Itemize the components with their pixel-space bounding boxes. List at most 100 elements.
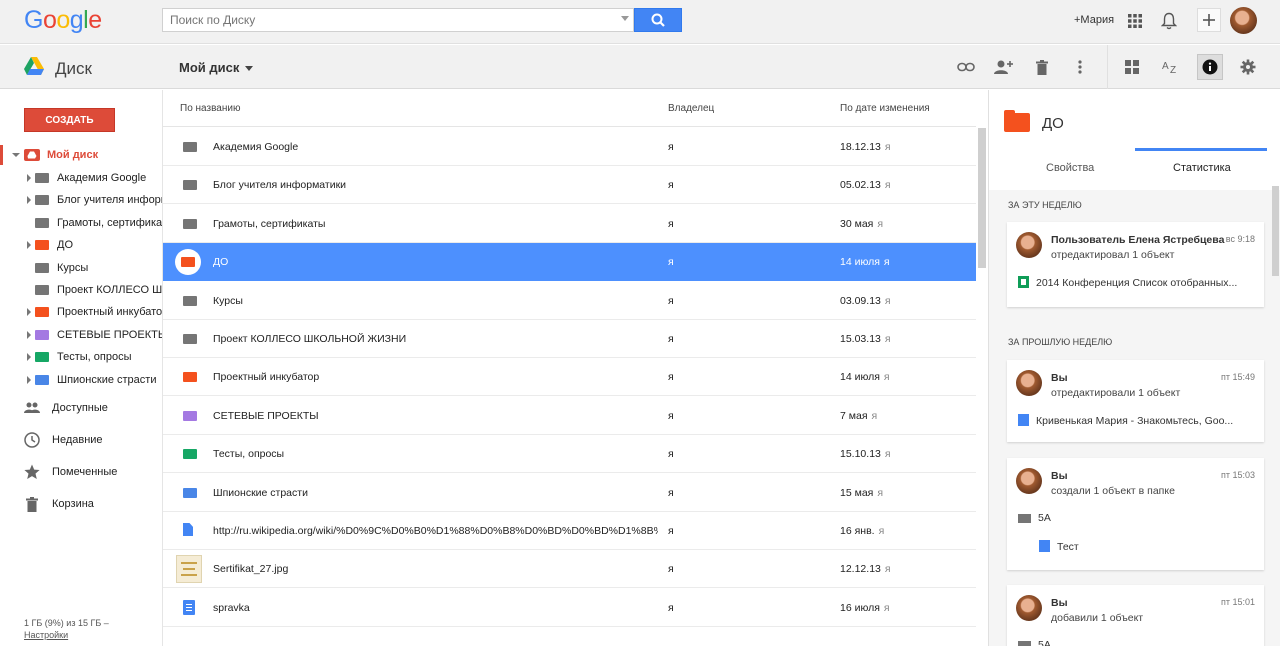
google-logo[interactable]: Google <box>24 6 102 35</box>
activity-item[interactable]: 5А <box>1018 639 1051 646</box>
file-list-scrollbar[interactable] <box>978 128 986 268</box>
tree-item-label: Шпионские страсти <box>57 373 157 386</box>
nav-item-clock[interactable]: Недавние <box>0 428 162 452</box>
expand-arrow-icon[interactable] <box>27 241 31 250</box>
activity-item[interactable]: Кривенькая Мария - Знакомьтесь, Goo... <box>1018 414 1233 427</box>
file-row[interactable]: Грамоты, сертификаты я 30 мая я <box>163 205 976 243</box>
expand-arrow-icon[interactable] <box>27 375 31 384</box>
expand-arrow-icon[interactable] <box>27 353 31 362</box>
activity-time: пт 15:03 <box>1220 470 1255 480</box>
activity-item-label: Тест <box>1057 541 1079 553</box>
sort-by-date-header[interactable]: По дате изменения <box>840 103 930 114</box>
activity-item[interactable]: Тест <box>1039 540 1079 553</box>
activity-item[interactable]: 5А <box>1018 512 1051 524</box>
folder-icon <box>1018 641 1031 646</box>
tree-item[interactable]: Блог учителя информатики <box>0 190 162 210</box>
folder-icon <box>35 195 49 206</box>
nav-my-drive[interactable]: Мой диск <box>0 145 162 165</box>
tree-item-label: Академия Google <box>57 172 147 184</box>
file-modified: 16 янв. я <box>840 525 884 537</box>
account-avatar[interactable] <box>1230 7 1257 34</box>
file-row[interactable]: Проектный инкубатор я 14 июля я <box>163 358 976 397</box>
expand-arrow-icon[interactable] <box>27 196 31 205</box>
details-scrollbar[interactable] <box>1272 186 1279 276</box>
file-row[interactable]: Проект КОЛЛЕСО ШКОЛЬНОЙ ЖИЗНИ я 15.03.13 я <box>163 320 976 358</box>
modified-date: 16 июля <box>840 601 880 614</box>
details-info-button[interactable] <box>1197 54 1223 80</box>
activity-time: пт 15:01 <box>1220 597 1255 607</box>
nav-item-star[interactable]: Помеченные <box>0 460 162 484</box>
file-row[interactable]: Блог учителя информатики я 05.02.13 я <box>163 166 976 205</box>
nav-item-trash[interactable]: Корзина <box>0 492 162 516</box>
file-owner: я <box>668 179 674 192</box>
file-row[interactable]: Тесты, опросы я 15.10.13 я <box>163 435 976 474</box>
svg-text:A: A <box>1162 61 1169 72</box>
modified-date: 16 янв. <box>840 525 875 537</box>
app-name[interactable]: Диск <box>55 59 92 79</box>
trash-icon[interactable] <box>1031 56 1053 78</box>
tree-item[interactable]: Академия Google <box>0 168 162 188</box>
sort-az-icon[interactable]: AZ <box>1160 56 1182 78</box>
file-row[interactable]: spravka я 16 июля я <box>163 589 976 627</box>
modified-date: 7 мая <box>840 409 868 422</box>
owner-header[interactable]: Владелец <box>668 103 714 114</box>
more-vert-icon[interactable] <box>1069 56 1091 78</box>
expand-arrow-icon[interactable] <box>12 153 20 157</box>
file-row[interactable]: Sertifikat_27.jpg я 12.12.13 я <box>163 550 976 589</box>
modified-by: я <box>884 448 891 461</box>
details-tabs: Свойства Статистика <box>989 150 1280 186</box>
tree-item[interactable]: Шпионские страсти <box>0 370 162 390</box>
file-row[interactable]: СЕТЕВЫЕ ПРОЕКТЫ я 7 мая я <box>163 397 976 435</box>
search-options-icon[interactable] <box>621 16 629 21</box>
file-row[interactable]: Академия Google я 18.12.13 я <box>163 128 976 166</box>
expand-arrow-icon[interactable] <box>27 174 31 182</box>
star-icon <box>23 463 41 481</box>
file-row[interactable]: http://ru.wikipedia.org/wiki/%D0%9C%D0%B… <box>163 512 976 550</box>
sort-by-name-header[interactable]: По названию <box>180 103 240 114</box>
svg-text:Z: Z <box>1170 65 1176 75</box>
settings-gear-icon[interactable] <box>1237 56 1259 78</box>
create-button[interactable]: СОЗДАТЬ <box>24 108 115 132</box>
file-name: Проект КОЛЛЕСО ШКОЛЬНОЙ ЖИЗНИ <box>213 333 407 345</box>
tree-item[interactable]: Проектный инкубатор <box>0 302 162 322</box>
settings-link[interactable]: Настройки <box>24 630 68 640</box>
get-link-icon[interactable] <box>955 56 977 78</box>
tree-item[interactable]: Проект КОЛЛЕСО ШКОЛЬНОЙ ЖИЗНИ <box>0 280 162 300</box>
tree-item[interactable]: ДО <box>0 235 162 255</box>
tab-statistics[interactable]: Статистика <box>1173 162 1231 174</box>
modified-date: 15 мая <box>840 486 874 499</box>
file-row[interactable]: ДО я 14 июля я <box>163 243 976 282</box>
file-row[interactable]: Курсы я 03.09.13 я <box>163 282 976 320</box>
share-add-person-icon[interactable] <box>992 56 1014 78</box>
tree-item[interactable]: Грамоты, сертификаты <box>0 213 162 233</box>
grid-view-icon[interactable] <box>1121 56 1143 78</box>
expand-arrow-icon[interactable] <box>27 308 31 317</box>
activity-item-label: 5А <box>1038 639 1051 646</box>
file-owner: я <box>668 563 674 576</box>
folder-icon <box>183 372 197 383</box>
file-owner: я <box>668 525 674 537</box>
file-modified: 14 июля я <box>840 256 890 268</box>
activity-item[interactable]: 2014 Конференция Список отобранных... <box>1018 276 1237 289</box>
file-row[interactable]: Шпионские страсти я 15 мая я <box>163 474 976 512</box>
search-button[interactable] <box>634 8 682 32</box>
apps-grid-icon[interactable] <box>1124 10 1146 32</box>
drive-logo-icon[interactable] <box>24 57 44 75</box>
file-owner: я <box>668 601 674 614</box>
expand-arrow-icon[interactable] <box>27 330 31 339</box>
modified-date: 03.09.13 <box>840 294 881 307</box>
notifications-bell-icon[interactable] <box>1158 10 1180 32</box>
folder-icon <box>35 374 49 385</box>
share-plus-icon[interactable] <box>1197 8 1221 32</box>
doc-icon <box>1018 414 1029 426</box>
breadcrumb-my-drive[interactable]: Мой диск <box>179 60 254 75</box>
user-plus-link[interactable]: +Мария <box>1074 14 1114 26</box>
modified-date: 15.10.13 <box>840 448 881 461</box>
search-input[interactable] <box>163 9 603 31</box>
nav-item-people[interactable]: Доступные <box>0 396 162 420</box>
tree-item[interactable]: Курсы <box>0 258 162 278</box>
tab-properties[interactable]: Свойства <box>1046 162 1094 174</box>
search-box <box>162 8 634 32</box>
tree-item[interactable]: СЕТЕВЫЕ ПРОЕКТЫ <box>0 325 162 345</box>
tree-item[interactable]: Тесты, опросы <box>0 347 162 367</box>
